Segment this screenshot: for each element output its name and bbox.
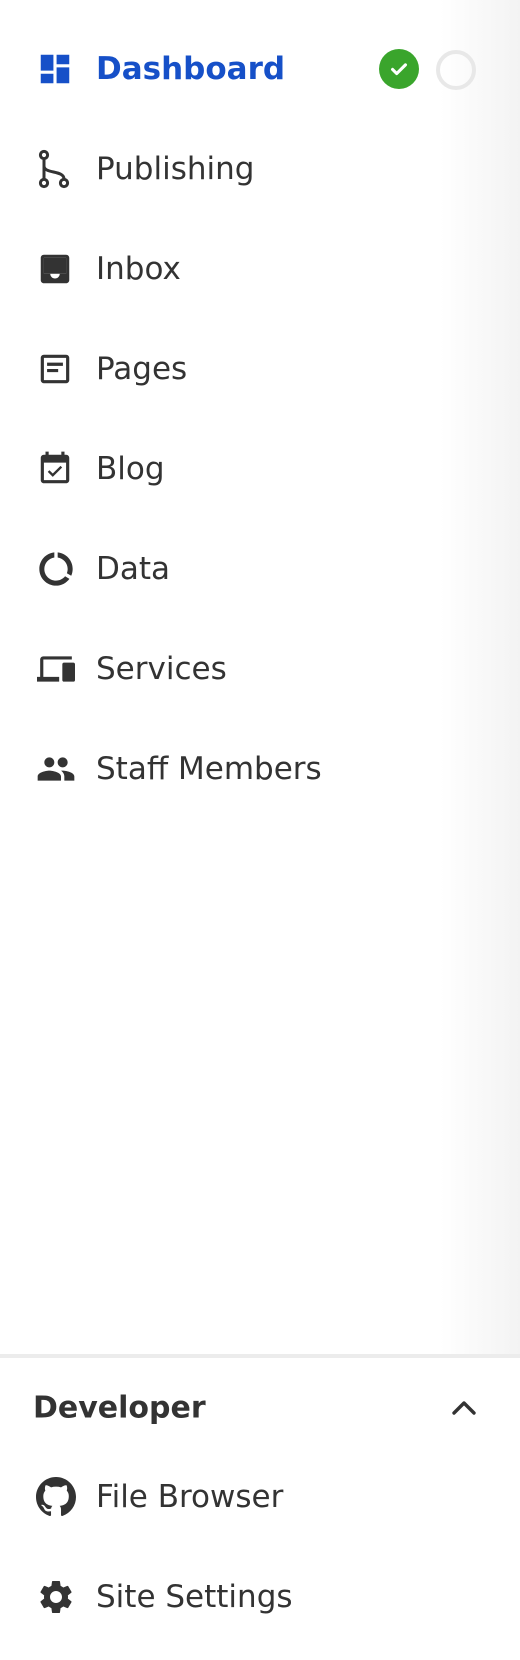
nav-item-dashboard[interactable]: Dashboard: [0, 37, 500, 101]
empty-circle-icon: [436, 50, 476, 90]
nav-item-label: Services: [96, 651, 227, 687]
nav-item-label: Pages: [96, 351, 188, 387]
branch-icon: [36, 149, 76, 189]
gear-icon: [36, 1579, 76, 1615]
nav-item-publishing[interactable]: Publishing: [0, 137, 500, 201]
inbox-icon: [36, 251, 76, 287]
nav-item-label: Staff Members: [96, 751, 322, 787]
donut-icon: [36, 551, 76, 587]
nav-item-label: File Browser: [96, 1479, 284, 1515]
chevron-up-icon: [450, 1394, 478, 1422]
nav-item-data[interactable]: Data: [0, 537, 500, 601]
page-icon: [36, 351, 76, 387]
nav-item-inbox[interactable]: Inbox: [0, 237, 500, 301]
devices-icon: [36, 651, 76, 687]
calendar-check-icon: [36, 451, 76, 487]
nav-item-label: Data: [96, 551, 171, 587]
nav-item-blog[interactable]: Blog: [0, 437, 500, 501]
section-title: Developer: [33, 1390, 206, 1426]
nav-item-label: Site Settings: [96, 1579, 293, 1615]
nav-item-site-settings[interactable]: Site Settings: [0, 1565, 500, 1629]
people-icon: [36, 751, 76, 787]
nav-item-label: Inbox: [96, 251, 181, 287]
nav-item-label: Blog: [96, 451, 165, 487]
check-circle-icon: [379, 49, 419, 89]
nav-item-label: Dashboard: [96, 51, 286, 87]
github-icon: [36, 1477, 76, 1517]
developer-section-toggle[interactable]: Developer: [0, 1358, 520, 1458]
nav-item-pages[interactable]: Pages: [0, 337, 500, 401]
nav-item-file-browser[interactable]: File Browser: [0, 1465, 500, 1529]
nav-item-services[interactable]: Services: [0, 637, 500, 701]
developer-section: Developer File Browser Site Settings: [0, 1358, 520, 1660]
dashboard-icon: [36, 51, 76, 87]
sidebar: Dashboard Publishing Inbox Pages Blog Da…: [0, 0, 520, 1660]
nav-item-staff-members[interactable]: Staff Members: [0, 737, 500, 801]
nav-item-label: Publishing: [96, 151, 255, 187]
